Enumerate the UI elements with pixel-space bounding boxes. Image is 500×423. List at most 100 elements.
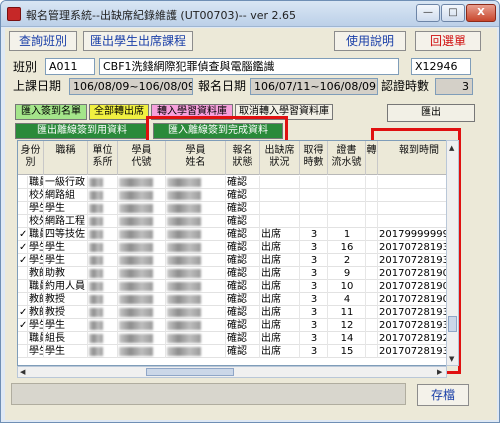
redacted-unit	[89, 282, 103, 291]
header-attendance[interactable]: 出缺席 狀況	[260, 141, 300, 175]
row-check-icon[interactable]	[18, 176, 28, 189]
row-check-icon[interactable]	[18, 189, 28, 202]
export-button[interactable]: 匯出	[387, 104, 475, 122]
table-row[interactable]: 校外網路組 確認	[18, 189, 458, 202]
cell-status: 確認	[226, 215, 260, 228]
header-student-name[interactable]: 學員 姓名	[166, 141, 226, 175]
table-row[interactable]: 校外網路工程 確認	[18, 215, 458, 228]
cell-title: 學生	[44, 345, 88, 358]
redacted-sid	[119, 308, 153, 317]
cell-name	[166, 189, 226, 202]
header-unit[interactable]: 單位 系所	[88, 141, 118, 175]
help-button[interactable]: 使用說明	[334, 31, 406, 51]
redacted-unit	[89, 230, 103, 239]
cell-hours	[300, 176, 328, 189]
cell-status: 確認	[226, 345, 260, 358]
attendance-table[interactable]: 身份 別 職稱 單位 系所 學員 代號 學員 姓名 報名 狀態 出缺席 狀況 取…	[17, 140, 459, 366]
header-role[interactable]: 身份 別	[18, 141, 44, 175]
table-row[interactable]: 學生學生確認出席31520170728193	[18, 345, 458, 358]
table-row[interactable]: ✓職員四等技佐確認出席31201799999999	[18, 228, 458, 241]
redacted-unit	[89, 178, 103, 187]
horizontal-scroll-thumb[interactable]	[146, 368, 234, 376]
class-code-field[interactable]: A011	[45, 58, 95, 75]
row-check-icon[interactable]: ✓	[18, 254, 28, 267]
cell-transfer	[366, 293, 378, 306]
vertical-scroll-thumb[interactable]	[448, 316, 457, 332]
cell-unit	[88, 267, 118, 280]
row-check-icon[interactable]	[18, 202, 28, 215]
window-title: 報名管理系統--出缺席紀錄維護 (UT00703)-- ver 2.65	[26, 9, 297, 22]
title-bar[interactable]: 報名管理系統--出缺席紀錄維護 (UT00703)-- ver 2.65 — □…	[1, 1, 499, 27]
app-window: 報名管理系統--出缺席紀錄維護 (UT00703)-- ver 2.65 — □…	[0, 0, 500, 423]
row-check-icon[interactable]: ✓	[18, 306, 28, 319]
cell-unit	[88, 293, 118, 306]
cell-status: 確認	[226, 293, 260, 306]
query-class-button[interactable]: 查詢班別	[9, 31, 77, 51]
table-vertical-scrollbar[interactable]: ▲ ▼	[446, 140, 459, 366]
scroll-down-icon[interactable]: ▼	[449, 355, 454, 363]
table-row[interactable]: 職員一級行政 確認	[18, 176, 458, 189]
redacted-sid	[119, 243, 153, 252]
table-row[interactable]: ✓學生學生確認出席312201707281931	[18, 319, 458, 332]
redacted-sid	[119, 191, 153, 200]
cell-cert: 16	[328, 241, 366, 254]
scroll-left-icon[interactable]: ◀	[20, 368, 25, 376]
cell-status: 確認	[226, 332, 260, 345]
cell-status: 確認	[226, 176, 260, 189]
table-row[interactable]: 學生學生 確認	[18, 202, 458, 215]
cell-attend: 出席	[260, 241, 300, 254]
row-check-icon[interactable]	[18, 215, 28, 228]
row-check-icon[interactable]	[18, 267, 28, 280]
row-check-icon[interactable]: ✓	[18, 228, 28, 241]
class-name-field[interactable]: CBF1洗錢網際犯罪偵查與電腦鑑識	[99, 58, 399, 75]
row-check-icon[interactable]	[18, 293, 28, 306]
table-row[interactable]: 教師教授確認出席34201707281905	[18, 293, 458, 306]
redacted-sid	[119, 256, 153, 265]
table-row[interactable]: 職員約用人員確認出席310201707281905	[18, 280, 458, 293]
row-check-icon[interactable]: ✓	[18, 319, 28, 332]
cell-transfer	[366, 202, 378, 215]
import-checkin-button[interactable]: 匯入簽到名單	[15, 104, 87, 120]
redacted-sid	[119, 230, 153, 239]
back-to-menu-button[interactable]: 回選單	[415, 31, 481, 51]
cell-transfer	[366, 345, 378, 358]
cell-unit	[88, 345, 118, 358]
class-id-field[interactable]: X12946	[411, 58, 471, 75]
table-row[interactable]: ✓學生學生確認出席316201707281931	[18, 241, 458, 254]
header-hours[interactable]: 取得 時數	[300, 141, 328, 175]
minimize-button[interactable]: —	[416, 4, 440, 22]
header-student-id[interactable]: 學員 代號	[118, 141, 166, 175]
all-present-button[interactable]: 全部轉出席	[89, 104, 149, 120]
row-check-icon[interactable]	[18, 280, 28, 293]
header-transfer[interactable]: 轉	[366, 141, 378, 175]
table-row[interactable]: 職員組長確認出席314201707281925	[18, 332, 458, 345]
row-check-icon[interactable]	[18, 345, 28, 358]
cell-attend: 出席	[260, 306, 300, 319]
cell-unit	[88, 306, 118, 319]
cell-sid	[118, 280, 166, 293]
header-signup-status[interactable]: 報名 狀態	[226, 141, 260, 175]
table-row[interactable]: ✓教師教授確認出席311201707281931	[18, 306, 458, 319]
table-row[interactable]: ✓學生學生確認出席32201707281930	[18, 254, 458, 267]
scroll-up-icon[interactable]: ▲	[449, 144, 454, 152]
class-label: 班別	[13, 60, 38, 74]
row-check-icon[interactable]: ✓	[18, 241, 28, 254]
cell-cert: 10	[328, 280, 366, 293]
scroll-right-icon[interactable]: ▶	[437, 368, 442, 376]
export-attendance-button[interactable]: 匯出學生出席課程	[83, 31, 193, 51]
header-title[interactable]: 職稱	[44, 141, 88, 175]
cell-sid	[118, 176, 166, 189]
table-horizontal-scrollbar[interactable]: ◀ ▶	[17, 366, 447, 378]
table-row[interactable]: 教師助教確認出席39201707281902	[18, 267, 458, 280]
maximize-button[interactable]: □	[441, 4, 465, 22]
cell-name	[166, 228, 226, 241]
save-button[interactable]: 存檔	[417, 384, 469, 406]
redacted-unit	[89, 334, 103, 343]
header-cert-no[interactable]: 證書 流水號	[328, 141, 366, 175]
row-check-icon[interactable]	[18, 332, 28, 345]
cell-status: 確認	[226, 202, 260, 215]
export-offline-checkin-button[interactable]: 匯出離線簽到用資料	[15, 123, 149, 139]
close-button[interactable]: X	[466, 4, 496, 22]
redacted-name	[167, 334, 201, 343]
cell-transfer	[366, 332, 378, 345]
